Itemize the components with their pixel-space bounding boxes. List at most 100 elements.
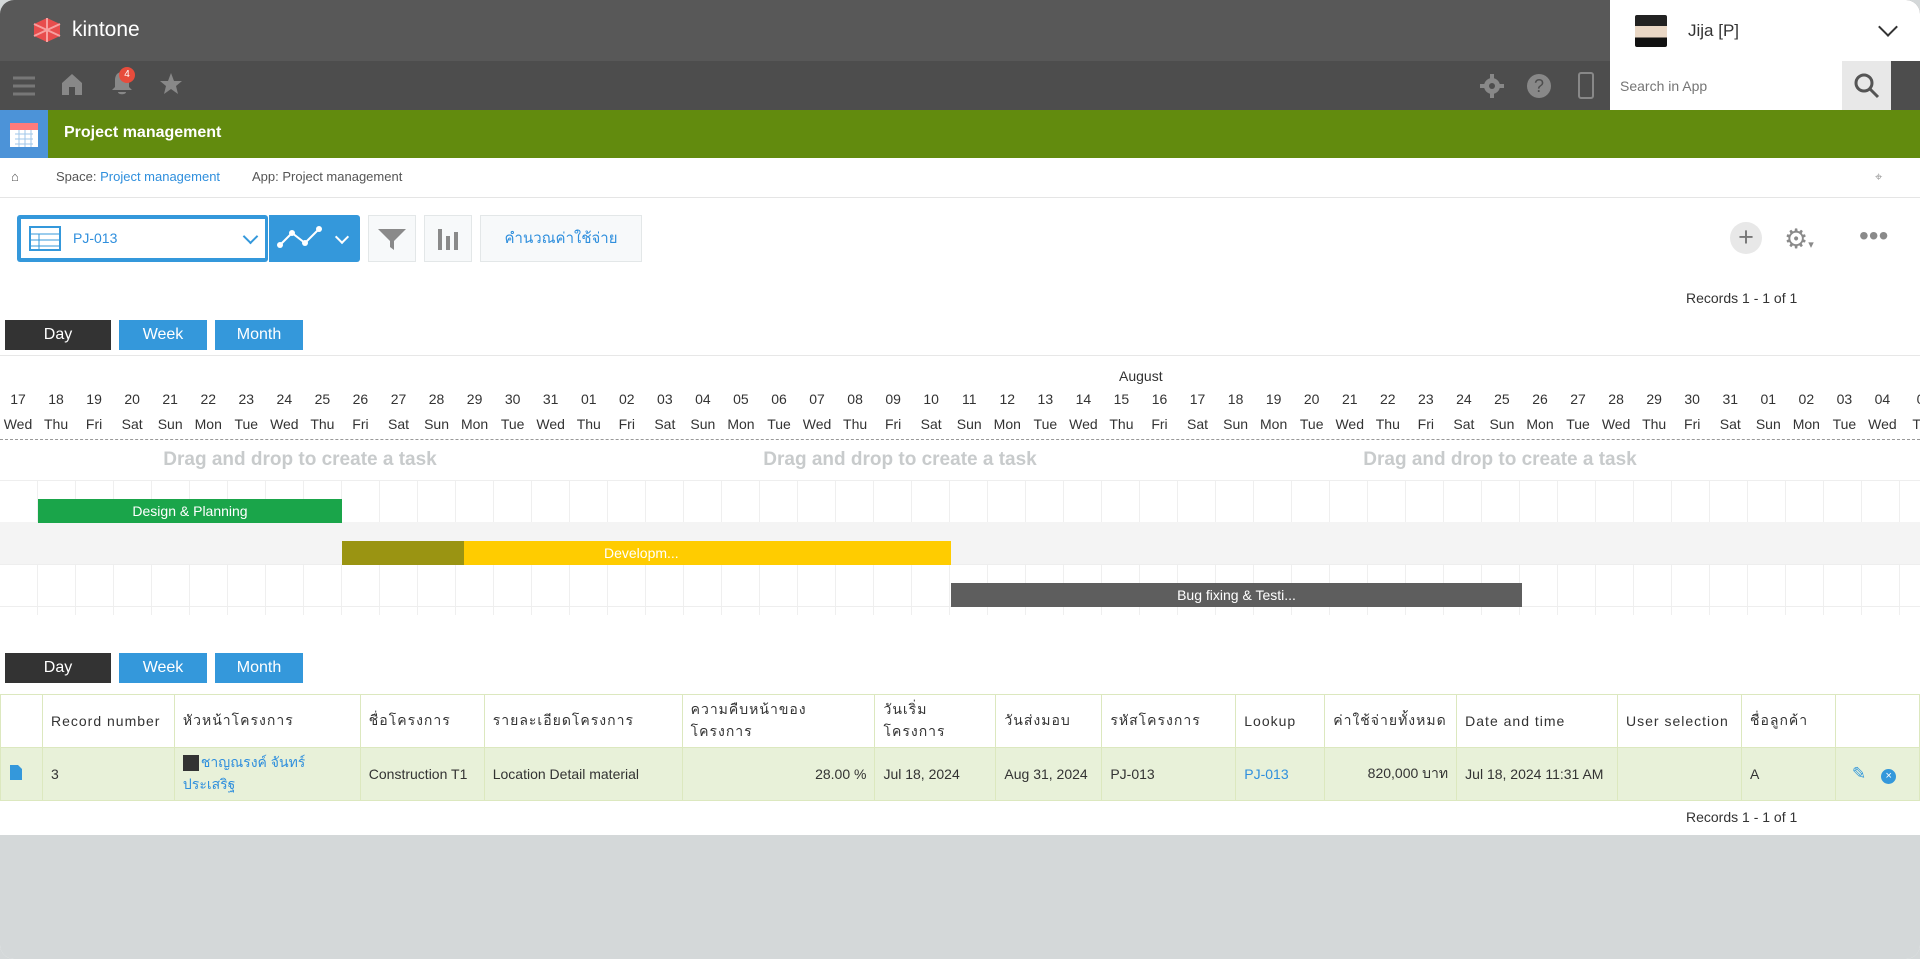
gantt-day-number: 26 <box>1532 391 1548 407</box>
gantt-weekday: Sat <box>1187 416 1209 432</box>
gantt-weekday: Wed <box>3 416 33 432</box>
filter-button[interactable] <box>368 215 416 262</box>
gantt-weekday: Sat <box>920 416 942 432</box>
gantt-weekday: Sun <box>690 416 716 432</box>
gantt-weekday: Sat <box>654 416 676 432</box>
star-icon[interactable] <box>156 69 186 99</box>
gear-icon[interactable] <box>1477 71 1507 101</box>
add-record-button[interactable]: + <box>1730 222 1762 254</box>
record-count-bottom: Records 1 - 1 of 1 <box>1686 809 1798 825</box>
kintone-logo[interactable]: kintone <box>30 16 140 44</box>
month-button[interactable]: Month <box>215 653 303 683</box>
column-header[interactable]: Lookup <box>1235 694 1326 748</box>
column-header[interactable]: ชื่อโครงการ <box>359 694 485 748</box>
gantt-day-number: 01 <box>580 391 597 407</box>
home-icon[interactable] <box>57 69 87 99</box>
gantt-day-number: 31 <box>1722 391 1739 407</box>
gantt-day-number: 31 <box>542 391 559 407</box>
task-bar-design[interactable]: Design & Planning <box>38 499 342 523</box>
gantt-weekday: Wed <box>802 416 832 432</box>
gantt-day-number: 10 <box>923 391 939 407</box>
column-header[interactable]: User selection <box>1617 694 1742 748</box>
graph-view-button[interactable] <box>269 215 360 262</box>
mobile-icon[interactable] <box>1574 71 1598 101</box>
table-icon <box>29 226 61 251</box>
gantt-day-number: 20 <box>124 391 140 407</box>
gantt-weekday: Sun <box>1489 416 1515 432</box>
table-row[interactable]: 3 ชาญณรงค์ จันทร์ประเสริฐ Construction T… <box>0 747 1920 801</box>
column-header[interactable]: วันส่งมอบ <box>995 694 1103 748</box>
row-actions: ✎ × <box>1834 747 1920 801</box>
task-bar-bug-fixing[interactable]: Bug fixing & Testi... <box>951 583 1522 607</box>
column-header[interactable]: วันเริ่มโครงการ <box>874 694 997 748</box>
more-options-icon[interactable]: ••• <box>1859 220 1888 252</box>
gantt-date-header: August 17 Wed 18 Thu 19 Fri 20 Sat 21 Sun 22 Mon 23 T… <box>0 355 1920 440</box>
gantt-weekday: Thu <box>576 416 601 432</box>
settings-dropdown[interactable]: ⚙▾ <box>1784 224 1814 255</box>
month-label: August <box>1119 368 1163 384</box>
gantt-day-number: 23 <box>1418 391 1434 407</box>
gantt-day-number: 24 <box>276 391 293 407</box>
gantt-day-number: 22 <box>200 391 217 407</box>
lookup-cell[interactable]: PJ-013 <box>1235 747 1326 801</box>
column-header[interactable]: Date and time <box>1456 694 1619 748</box>
view-select-box[interactable]: PJ-013 <box>21 219 265 258</box>
delete-icon[interactable]: × <box>1881 769 1897 784</box>
record-detail-icon[interactable] <box>0 747 43 801</box>
breadcrumb-home-icon[interactable]: ⌂ <box>11 169 19 184</box>
gantt-weekday: Tue <box>1566 416 1590 432</box>
gantt-weekday: Sat <box>1719 416 1741 432</box>
day-button[interactable]: Day <box>5 653 111 683</box>
gantt-weekday: Wed <box>1601 416 1631 432</box>
column-header[interactable]: รายละเอียดโครงการ <box>483 694 683 748</box>
calculate-cost-button[interactable]: คำนวณค่าใช้จ่าย <box>480 215 642 262</box>
breadcrumb-app[interactable]: App: Project management <box>252 169 402 184</box>
column-header[interactable]: ค่าใช้จ่ายทั้งหมด <box>1324 694 1458 748</box>
svg-text:?: ? <box>1534 76 1544 96</box>
chart-button[interactable] <box>424 215 472 262</box>
month-button[interactable]: Month <box>215 320 303 350</box>
page-footer <box>0 835 1920 959</box>
column-header[interactable]: ชื่อลูกค้า <box>1740 694 1836 748</box>
gantt-weekday: Mon <box>1526 416 1554 432</box>
pin-icon[interactable]: ⌖ <box>1875 169 1882 185</box>
gantt-weekday: Mon <box>993 416 1021 432</box>
record-number-cell: 3 <box>41 747 175 801</box>
gantt-day-number: 20 <box>1303 391 1320 407</box>
task-bar-development[interactable]: Developm... <box>342 541 951 565</box>
gantt-weekday: Tue <box>1299 416 1324 432</box>
gantt-day-number: 14 <box>1075 391 1092 407</box>
space-link[interactable]: Project management <box>100 169 220 184</box>
week-button[interactable]: Week <box>119 320 207 350</box>
user-menu[interactable]: Jija [P] <box>1610 0 1920 61</box>
avatar <box>1635 14 1667 47</box>
gantt-weekday: Fri <box>352 416 369 432</box>
search-input[interactable] <box>1610 61 1842 110</box>
gantt-day-number: 0 <box>1902 391 1920 407</box>
help-icon[interactable]: ? <box>1524 71 1554 101</box>
start-date-cell: Jul 18, 2024 <box>874 747 997 801</box>
search-button[interactable] <box>1842 61 1891 110</box>
gantt-weekday: Wed <box>270 416 299 432</box>
drag-create-hint: Drag and drop to create a task <box>163 449 437 470</box>
day-button[interactable]: Day <box>5 320 111 350</box>
task-label: Developm... <box>604 545 679 561</box>
column-header[interactable]: ความคืบหน้าของโครงการ <box>681 694 876 748</box>
gantt-weekday: Mon <box>727 416 755 432</box>
gantt-day-number: 11 <box>961 391 977 407</box>
menu-icon[interactable] <box>10 72 38 100</box>
top-header: kintone Jija [P] <box>0 0 1920 61</box>
column-header[interactable]: Record number <box>41 694 175 748</box>
week-button[interactable]: Week <box>119 653 207 683</box>
gantt-weekday: Sun <box>1755 416 1781 432</box>
chevron-down-icon[interactable] <box>1878 17 1898 37</box>
view-chevron-icon[interactable] <box>242 228 259 245</box>
edit-pencil-icon[interactable]: ✎ <box>1852 764 1866 783</box>
gantt-day-number: 05 <box>733 391 749 407</box>
leader-cell[interactable]: ชาญณรงค์ จันทร์ประเสริฐ <box>173 747 361 801</box>
column-header[interactable]: รหัสโครงการ <box>1101 694 1237 748</box>
view-select[interactable]: PJ-013 <box>17 215 268 262</box>
gantt-day-number: 17 <box>10 391 26 407</box>
view-name: PJ-013 <box>73 230 118 246</box>
column-header[interactable]: หัวหน้าโครงการ <box>173 694 361 748</box>
